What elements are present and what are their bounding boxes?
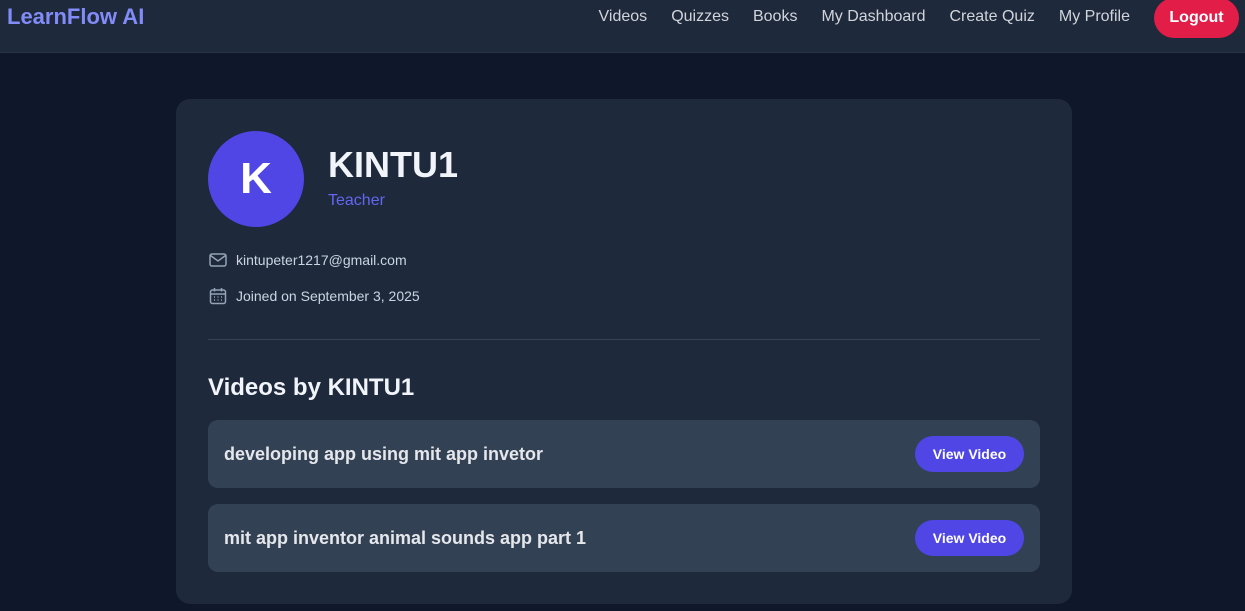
- video-title: developing app using mit app invetor: [224, 444, 544, 464]
- nav-link-quizzes[interactable]: Quizzes: [659, 7, 741, 27]
- avatar: K: [208, 131, 304, 227]
- calendar-icon: [208, 286, 228, 306]
- view-video-button[interactable]: View Video: [915, 436, 1024, 472]
- joined-row: Joined on September 3, 2025: [208, 286, 420, 306]
- video-title: mit app inventor animal sounds app part …: [224, 528, 587, 548]
- brand-logo-link[interactable]: LearnFlow AI: [7, 4, 144, 30]
- profile-role: Teacher: [328, 192, 385, 209]
- videos-section-title: Videos by KINTU1: [208, 374, 415, 401]
- profile-card: K KINTU1 Teacher kintupeter1217@gmail.co…: [176, 99, 1072, 604]
- profile-email: kintupeter1217@gmail.com: [236, 252, 407, 268]
- profile-username: KINTU1: [328, 144, 459, 185]
- profile-joined-date: Joined on September 3, 2025: [236, 288, 420, 304]
- nav-links: Videos Quizzes Books My Dashboard Create…: [587, 7, 1142, 27]
- nav-link-create-quiz[interactable]: Create Quiz: [938, 7, 1047, 27]
- nav-link-my-profile[interactable]: My Profile: [1047, 7, 1142, 27]
- logout-button[interactable]: Logout: [1154, 0, 1239, 38]
- divider: [208, 339, 1040, 340]
- nav-link-my-dashboard[interactable]: My Dashboard: [809, 7, 937, 27]
- video-list-item: mit app inventor animal sounds app part …: [208, 504, 1040, 572]
- mail-icon: [208, 250, 228, 270]
- email-row: kintupeter1217@gmail.com: [208, 250, 407, 270]
- top-navbar: LearnFlow AI Videos Quizzes Books My Das…: [0, 0, 1245, 53]
- view-video-button[interactable]: View Video: [915, 520, 1024, 556]
- video-list-item: developing app using mit app invetor Vie…: [208, 420, 1040, 488]
- nav-link-books[interactable]: Books: [741, 7, 809, 27]
- nav-link-videos[interactable]: Videos: [587, 7, 660, 27]
